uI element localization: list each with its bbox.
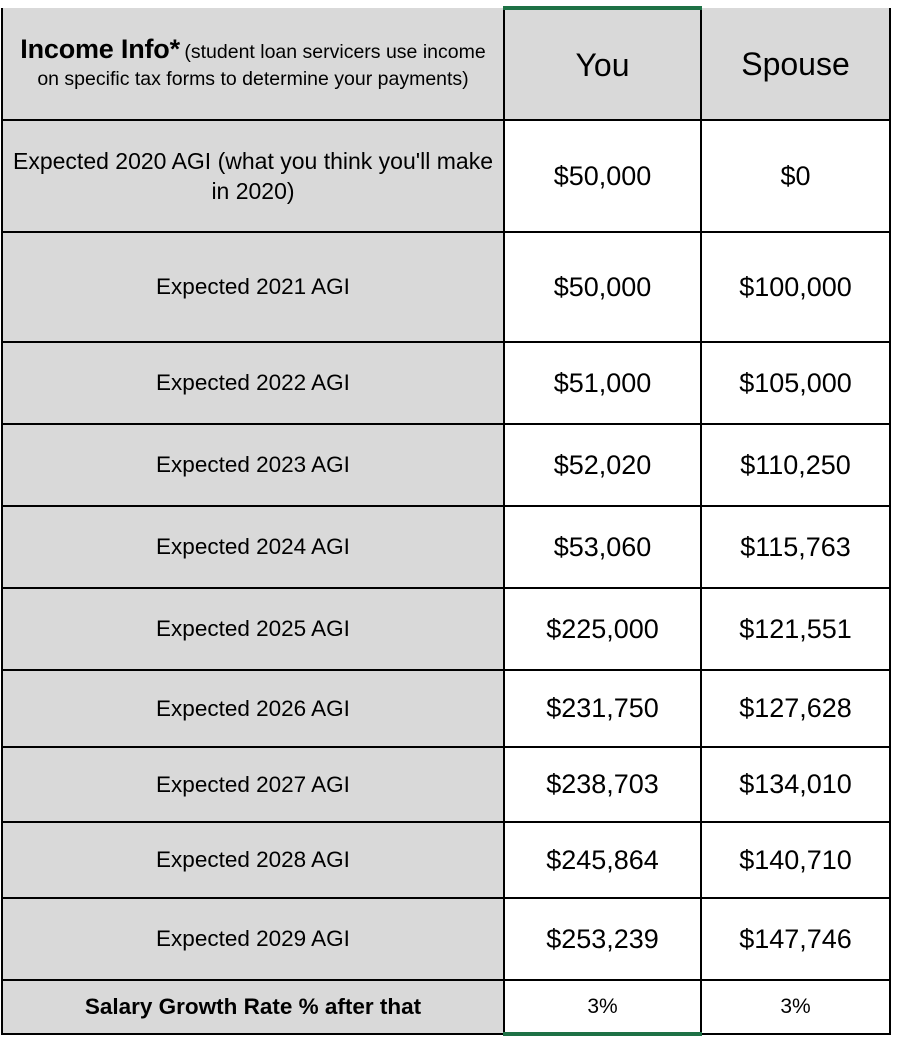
table-row: Expected 2028 AGI $245,864 $140,710	[1, 821, 891, 899]
table-row: Expected 2021 AGI $50,000 $100,000	[1, 231, 891, 343]
table-row: Expected 2020 AGI (what you think you'll…	[1, 119, 891, 233]
cell-spouse-2029[interactable]: $147,746	[700, 897, 891, 981]
table-row: Expected 2029 AGI $253,239 $147,746	[1, 897, 891, 981]
table-row: Expected 2025 AGI $225,000 $121,551	[1, 587, 891, 671]
cell-you-2024[interactable]: $53,060	[503, 505, 702, 589]
row-label-2022: Expected 2022 AGI	[1, 341, 505, 425]
cell-you-2020[interactable]: $50,000	[503, 119, 702, 233]
column-header-you[interactable]: You	[503, 6, 702, 121]
spreadsheet-canvas: Income Info* (student loan servicers use…	[0, 6, 900, 1038]
cell-you-2021[interactable]: $50,000	[503, 231, 702, 343]
row-label-2026: Expected 2026 AGI	[1, 669, 505, 748]
row-label-2024: Expected 2024 AGI	[1, 505, 505, 589]
table-title-strong: Income Info*	[20, 34, 180, 65]
table-title-cell: Income Info* (student loan servicers use…	[1, 8, 505, 121]
row-label-2025: Expected 2025 AGI	[1, 587, 505, 671]
table-row: Expected 2024 AGI $53,060 $115,763	[1, 505, 891, 589]
cell-you-2026[interactable]: $231,750	[503, 669, 702, 748]
cell-spouse-2025[interactable]: $121,551	[700, 587, 891, 671]
cell-spouse-2026[interactable]: $127,628	[700, 669, 891, 748]
cell-you-2028[interactable]: $245,864	[503, 821, 702, 899]
row-label-2028: Expected 2028 AGI	[1, 821, 505, 899]
row-label-2021: Expected 2021 AGI	[1, 231, 505, 343]
column-header-spouse[interactable]: Spouse	[700, 8, 891, 121]
cell-spouse-2020[interactable]: $0	[700, 119, 891, 233]
table-row: Expected 2027 AGI $238,703 $134,010	[1, 746, 891, 823]
cell-spouse-2027[interactable]: $134,010	[700, 746, 891, 823]
row-label-growth-rate: Salary Growth Rate % after that	[1, 979, 505, 1035]
table-header-row: Income Info* (student loan servicers use…	[1, 6, 891, 121]
table-row: Expected 2022 AGI $51,000 $105,000	[1, 341, 891, 425]
cell-you-2025[interactable]: $225,000	[503, 587, 702, 671]
row-label-2023: Expected 2023 AGI	[1, 423, 505, 507]
cell-you-2022[interactable]: $51,000	[503, 341, 702, 425]
cell-you-growth-rate[interactable]: 3%	[503, 979, 702, 1036]
cell-spouse-growth-rate[interactable]: 3%	[700, 979, 891, 1035]
table-row: Expected 2023 AGI $52,020 $110,250	[1, 423, 891, 507]
cell-spouse-2028[interactable]: $140,710	[700, 821, 891, 899]
table-row: Expected 2026 AGI $231,750 $127,628	[1, 669, 891, 748]
cell-you-2029[interactable]: $253,239	[503, 897, 702, 981]
cell-spouse-2022[interactable]: $105,000	[700, 341, 891, 425]
row-label-2029: Expected 2029 AGI	[1, 897, 505, 981]
cell-you-2023[interactable]: $52,020	[503, 423, 702, 507]
row-label-2020: Expected 2020 AGI (what you think you'll…	[1, 119, 505, 233]
table-row-growth-rate: Salary Growth Rate % after that 3% 3%	[1, 979, 891, 1036]
income-info-table: Income Info* (student loan servicers use…	[1, 6, 891, 1036]
cell-spouse-2021[interactable]: $100,000	[700, 231, 891, 343]
cell-spouse-2023[interactable]: $110,250	[700, 423, 891, 507]
row-label-2027: Expected 2027 AGI	[1, 746, 505, 823]
cell-spouse-2024[interactable]: $115,763	[700, 505, 891, 589]
cell-you-2027[interactable]: $238,703	[503, 746, 702, 823]
